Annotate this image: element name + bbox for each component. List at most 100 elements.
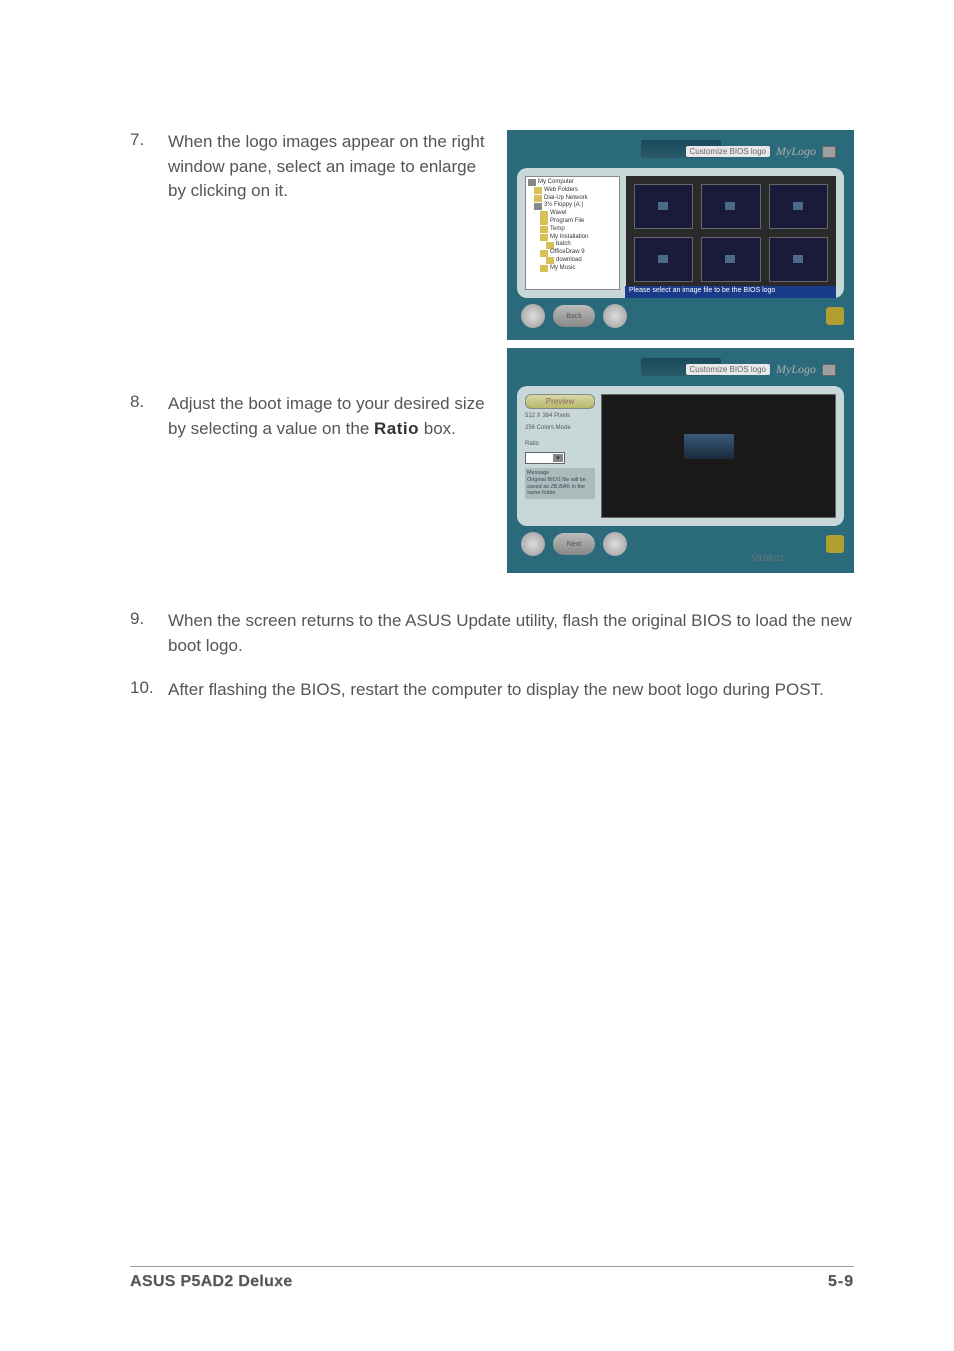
- version-label: V3.08.01: [752, 554, 784, 563]
- screenshot-1-panel: My Computer Web Folders Dial-Up Network …: [517, 168, 844, 298]
- prev-button[interactable]: [521, 304, 545, 328]
- screenshot-2-controls: Next: [517, 532, 844, 556]
- step-8: 8. Adjust the boot image to your desired…: [130, 392, 495, 441]
- folder-icon: [534, 187, 542, 194]
- tree-label: My Installation: [550, 234, 588, 242]
- step-7: 7. When the logo images appear on the ri…: [130, 130, 495, 204]
- folder-icon: [546, 257, 554, 264]
- tree-label: 3½ Floppy (A:): [544, 202, 583, 210]
- next-button[interactable]: Next: [553, 533, 595, 555]
- folder-icon: [540, 218, 548, 225]
- help-icon[interactable]: [826, 535, 844, 553]
- page-content: 7. When the logo images appear on the ri…: [0, 0, 954, 703]
- tree-temp[interactable]: Temp: [528, 226, 617, 234]
- mylogo-screenshot-1: Customize BIOS logo MyLogo My Computer W…: [507, 130, 854, 340]
- tree-batch[interactable]: batch: [528, 241, 617, 249]
- step-10-text: After flashing the BIOS, restart the com…: [168, 678, 854, 703]
- mylogo-text-1: MyLogo: [776, 144, 816, 159]
- footer-product-name: ASUS P5AD2 Deluxe: [130, 1273, 293, 1291]
- ratio-bold: Ratio: [374, 419, 419, 438]
- spacer: [130, 224, 495, 392]
- ratio-label: Ratio: [525, 441, 595, 449]
- mylogo-tag-1: Customize BIOS logo: [686, 146, 770, 157]
- help-icon[interactable]: [826, 307, 844, 325]
- step-7-text: When the logo images appear on the right…: [168, 130, 495, 204]
- step-7-number: 7.: [130, 130, 168, 150]
- folder-icon: [546, 242, 554, 249]
- close-icon[interactable]: [822, 364, 836, 376]
- steps-9-10-section: 9. When the screen returns to the ASUS U…: [130, 609, 854, 703]
- message-box: Message Original BIOS file will be saved…: [525, 468, 595, 498]
- page-footer: ASUS P5AD2 Deluxe 5-9: [130, 1266, 854, 1291]
- right-screenshots-column: Customize BIOS logo MyLogo My Computer W…: [507, 130, 854, 581]
- screenshot-1-header: Customize BIOS logo MyLogo: [686, 144, 836, 159]
- tree-label: download: [556, 257, 582, 265]
- step-10-number: 10.: [130, 678, 168, 698]
- screenshot-2-panel: Preview 512 X 384 Pixels 256 Colors Mode…: [517, 386, 844, 526]
- mylogo-screenshot-2: Customize BIOS logo MyLogo Preview 512 X…: [507, 348, 854, 573]
- folder-icon: [540, 226, 548, 233]
- step-8-number: 8.: [130, 392, 168, 412]
- computer-icon: [528, 179, 536, 186]
- step-8-text-after: box.: [419, 419, 456, 438]
- thumbnail-6[interactable]: [769, 237, 828, 282]
- tree-wavel[interactable]: Wavel: [528, 210, 617, 218]
- tree-officedraw[interactable]: OfficeDraw 9: [528, 249, 617, 257]
- left-text-column: 7. When the logo images appear on the ri…: [130, 130, 495, 581]
- thumbnail-1[interactable]: [634, 184, 693, 229]
- thumbnail-4[interactable]: [634, 237, 693, 282]
- folder-icon: [540, 265, 548, 272]
- floppy-icon: [534, 203, 542, 210]
- next-nav-button[interactable]: [603, 532, 627, 556]
- screenshot-2-header: Customize BIOS logo MyLogo: [686, 362, 836, 377]
- thumbnails-panel: [626, 176, 836, 290]
- tree-my-computer[interactable]: My Computer: [528, 179, 617, 187]
- folder-tree[interactable]: My Computer Web Folders Dial-Up Network …: [525, 176, 620, 290]
- step-9: 9. When the screen returns to the ASUS U…: [130, 609, 854, 658]
- message-title: Message: [527, 470, 593, 477]
- tree-label: Wavel: [550, 210, 566, 218]
- back-button[interactable]: Back: [553, 305, 595, 327]
- preview-left-column: Preview 512 X 384 Pixels 256 Colors Mode…: [525, 394, 595, 518]
- folder-icon: [540, 211, 548, 218]
- mylogo-tag-2: Customize BIOS logo: [686, 364, 770, 375]
- tree-my-install[interactable]: My Installation: [528, 234, 617, 242]
- thumbnail-5[interactable]: [701, 237, 760, 282]
- tree-web-folders[interactable]: Web Folders: [528, 187, 617, 195]
- step-9-text: When the screen returns to the ASUS Upda…: [168, 609, 854, 658]
- color-mode-text: 256 Colors Mode: [525, 425, 595, 433]
- status-bar-1: Please select an image file to be the BI…: [625, 286, 836, 298]
- tree-label: batch: [556, 241, 571, 249]
- tree-label: OfficeDraw 9: [550, 249, 585, 257]
- tree-program-files[interactable]: Program File: [528, 218, 617, 226]
- tree-label: Web Folders: [544, 187, 578, 195]
- tree-label: Program File: [550, 218, 584, 226]
- thumbnail-2[interactable]: [701, 184, 760, 229]
- tree-label: My Computer: [538, 179, 574, 187]
- tree-my-music[interactable]: My Music: [528, 265, 617, 273]
- footer-page-number: 5-9: [828, 1273, 854, 1291]
- preview-panel: [601, 394, 836, 518]
- message-text: Original BIOS file will be saved as ZB.B…: [527, 477, 593, 497]
- chevron-down-icon[interactable]: ▾: [553, 454, 563, 462]
- folder-icon: [540, 234, 548, 241]
- step-8-text: Adjust the boot image to your desired si…: [168, 392, 495, 441]
- screenshot-1-controls: Back: [517, 304, 844, 328]
- tree-floppy[interactable]: 3½ Floppy (A:): [528, 202, 617, 210]
- step-10: 10. After flashing the BIOS, restart the…: [130, 678, 854, 703]
- folder-icon: [534, 195, 542, 202]
- thumbnail-3[interactable]: [769, 184, 828, 229]
- tree-label: Temp: [550, 226, 565, 234]
- step-9-number: 9.: [130, 609, 168, 629]
- resolution-text: 512 X 384 Pixels: [525, 413, 595, 421]
- folder-icon: [540, 250, 548, 257]
- steps-7-8-section: 7. When the logo images appear on the ri…: [130, 130, 854, 581]
- next-nav-button[interactable]: [603, 304, 627, 328]
- mylogo-text-2: MyLogo: [776, 362, 816, 377]
- close-icon[interactable]: [822, 146, 836, 158]
- preview-label: Preview: [525, 394, 595, 409]
- prev-button[interactable]: [521, 532, 545, 556]
- ratio-dropdown[interactable]: ▾: [525, 452, 565, 464]
- tree-label: My Music: [550, 265, 575, 273]
- tree-download[interactable]: download: [528, 257, 617, 265]
